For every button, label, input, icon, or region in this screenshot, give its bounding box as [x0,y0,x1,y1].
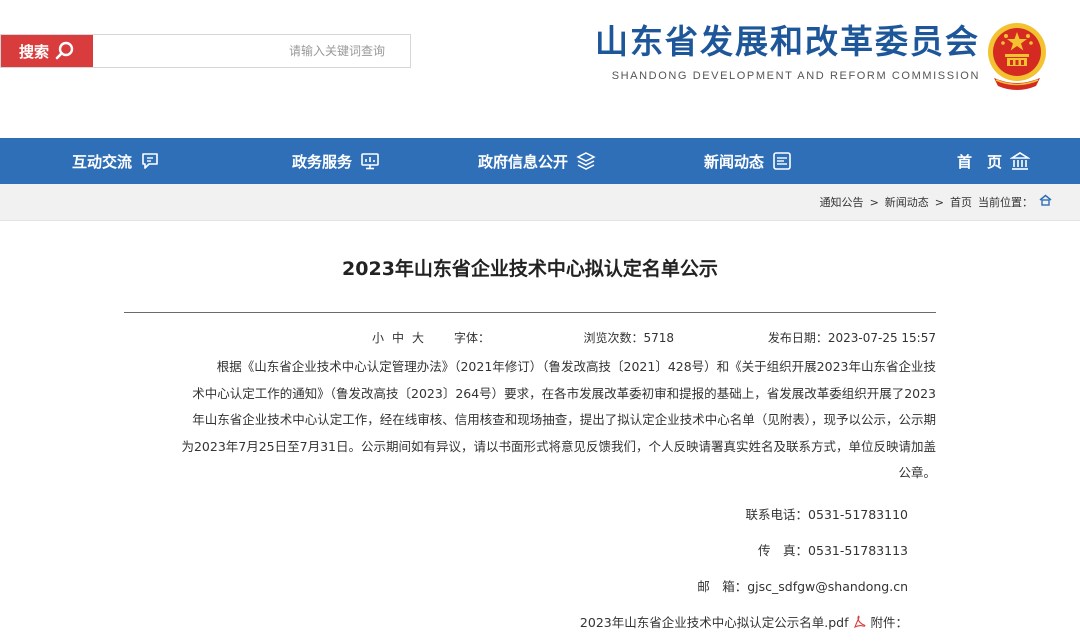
breadcrumb-separator: > [934,195,944,209]
view-count: 浏览次数：5718 [583,331,674,345]
search-input[interactable] [101,35,401,67]
publish-date: 发布日期：2023-07-25 15:57 [767,331,936,345]
article-line: 公章。 [898,465,936,480]
search-box: 搜索 [0,34,411,68]
site-header: 搜索 山东省发展和改革委员会 SHANDONG DEVELOPMENT AND … [0,0,1080,138]
attachment-link[interactable]: 2023年山东省企业技术中心拟认定公示名单.pdf [580,612,849,631]
nav-item-label: 新闻动态 [703,152,764,171]
breadcrumb-item-home[interactable]: 首页 [950,194,972,210]
search-icon [55,41,74,60]
nav-item-label: 政务服务 [291,152,352,171]
contact-phone: 联系电话：0531-51783110 [745,507,908,522]
site-brand[interactable]: 山东省发展和改革委员会 SHANDONG DEVELOPMENT AND REF… [595,18,980,82]
nav-item-home[interactable]: 首 页 [957,138,1030,184]
email: 邮 箱：gjsc_sdfgw@shandong.cn [697,579,908,594]
breadcrumb-label: 当前位置： [978,196,1033,209]
attachment: 2023年山东省企业技术中心拟认定公示名单.pdf 附件： [580,612,908,631]
site-subtitle: SHANDONG DEVELOPMENT AND REFORM COMMISSI… [611,70,980,82]
monitor-icon [360,151,380,171]
nav-item-label: 政府信息公开 [477,152,568,171]
article-line: 为2023年7月25日至7月31日。公示期间如有异议，请以书面形式将意见反馈我们… [181,438,936,454]
font-size-large[interactable]: 大 [412,329,424,346]
nav-item-label: 首 页 [956,152,1002,171]
nav-item-interaction[interactable]: 互动交流 [72,138,160,184]
font-size-medium[interactable]: 中 [392,329,404,346]
breadcrumb-inner: 通知公告 > 新闻动态 > 首页 当前位置： [820,184,1052,220]
article-title: 2023年山东省企业技术中心拟认定名单公示 [342,258,718,280]
breadcrumb: 通知公告 > 新闻动态 > 首页 当前位置： [0,184,1080,221]
site-title: 山东省发展和改革委员会 [595,22,980,61]
nav-item-news[interactable]: 新闻动态 [704,138,792,184]
article-meta: 发布日期：2023-07-25 15:57 浏览次数：5718 字体： 大 中 … [124,329,936,347]
article-line: 根据《山东省企业技术中心认定管理办法》（2021年修订）（鲁发改高技〔2021〕… [216,359,936,374]
chat-icon [140,151,160,171]
news-icon [772,151,792,171]
home-icon [1010,151,1030,171]
national-emblem-icon [988,23,1046,90]
nav-item-label: 互动交流 [71,152,132,171]
attachment-label: 附件： [870,615,908,630]
search-button[interactable]: 搜索 [1,35,93,67]
search-button-label: 搜索 [18,42,49,61]
breadcrumb-separator: > [869,195,879,209]
font-size-small[interactable]: 小 [372,329,384,346]
font-size-label: 字体： [453,331,490,345]
article-line: 年山东省企业技术中心认定工作，经在线审核、信用核查和现场抽查，提出了拟认定企业技… [192,412,936,427]
location-icon [1039,194,1052,210]
article-line: 术中心认定工作的通知》（鲁发改高技〔2023〕264号）要求，在各市发展改革委初… [192,385,936,401]
main-nav: 首 页 新闻动态 政府信息公开 政务服务 互动交流 [0,138,1080,184]
article-body: 根据《山东省企业技术中心认定管理办法》（2021年修订）（鲁发改高技〔2021〕… [124,354,936,487]
breadcrumb-item-notices[interactable]: 通知公告 [820,194,864,210]
breadcrumb-item-news[interactable]: 新闻动态 [885,194,929,210]
nav-item-gov-info[interactable]: 政府信息公开 [478,138,596,184]
fax: 传 真：0531-51783113 [758,543,908,558]
nav-item-services[interactable]: 政务服务 [292,138,380,184]
title-divider [124,312,936,313]
pdf-icon [852,615,866,629]
layers-icon [576,151,596,171]
